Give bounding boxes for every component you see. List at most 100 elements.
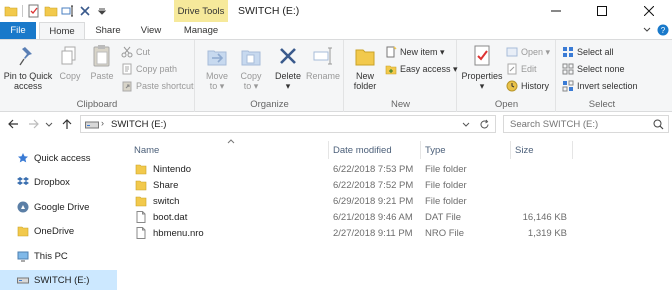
open-group: Properties ▾ Open ▾ Edit History Open [458,40,556,112]
folder-icon[interactable] [4,4,18,18]
table-row[interactable]: switch 6/29/2018 9:21 PM File folder [117,193,672,209]
ribbon-tabs: File Home Share View Manage ? [0,22,672,40]
computer-icon [17,250,29,262]
file-type: File folder [425,195,467,207]
new-folder-icon[interactable] [44,4,58,18]
back-button[interactable] [6,117,20,131]
table-row[interactable]: Share 6/22/2018 7:52 PM File folder [117,177,672,193]
column-header-name[interactable]: Name [130,141,329,159]
invert-selection-icon [562,80,574,92]
divider [22,5,23,17]
properties-button[interactable]: Properties ▾ [460,44,504,91]
refresh-icon[interactable] [479,119,490,133]
file-name: Share [153,179,179,191]
edit-button[interactable]: Edit [506,62,537,76]
edit-icon [506,63,518,75]
close-button[interactable] [626,0,672,22]
table-row[interactable]: hbmenu.nro 2/27/2018 9:11 PM NRO File 1,… [117,225,672,241]
chevron-down-icon [45,122,53,127]
nav-item-dropbox[interactable]: Dropbox [0,172,117,192]
column-header-date-modified[interactable]: Date modified [329,141,421,159]
properties-icon[interactable] [27,4,41,18]
drive-icon [17,274,29,286]
file-size [511,177,567,193]
minimize-icon [551,10,561,12]
tab-share[interactable]: Share [88,22,128,39]
quick-access-toolbar [4,3,109,19]
rename-icon[interactable] [61,4,75,18]
address-dropdown-icon[interactable] [461,120,471,133]
copy-path-button[interactable]: Copy path [121,62,177,76]
select-all-button[interactable]: Select all [562,45,614,59]
nav-item-google-drive[interactable]: Google Drive [0,197,117,217]
pin-to-quick-access-button[interactable]: Pin to Quick access [3,44,53,91]
search-input[interactable] [510,118,650,130]
new-group-label: New [390,99,410,110]
move-to-button[interactable]: Move to ▾ [201,44,233,91]
paste-shortcut-button[interactable]: Paste shortcut [121,79,194,93]
drive-tools-contextual-tab: Drive Tools [174,0,228,22]
up-button[interactable] [60,117,74,131]
folder-icon [135,163,147,175]
forward-button[interactable] [27,117,41,131]
open-button[interactable]: Open ▾ [506,45,550,59]
svg-text:?: ? [661,26,666,35]
table-row[interactable]: Nintendo 6/22/2018 7:53 PM File folder [117,161,672,177]
file-date: 2/27/2018 9:11 PM [333,227,413,239]
history-button[interactable]: History [506,79,549,93]
paste-button[interactable]: Paste [88,44,116,81]
cut-button[interactable]: Cut [121,45,150,59]
select-group-label: Select [588,99,616,110]
tab-manage[interactable]: Manage [175,22,227,39]
copy-to-button[interactable]: Copy to ▾ [235,44,267,91]
up-arrow-icon [62,119,72,129]
copy-button[interactable]: Copy [57,44,83,81]
tab-view[interactable]: View [131,22,171,39]
file-icon [135,227,147,239]
maximize-button[interactable] [579,0,625,22]
file-size: 16,146 KB [522,211,567,223]
minimize-button[interactable] [533,0,579,22]
breadcrumb[interactable]: SWITCH (E:) [111,119,166,130]
table-row[interactable]: boot.dat 6/21/2018 9:46 AM DAT File 16,1… [117,209,672,225]
paste-icon [90,44,114,68]
help-icon[interactable]: ? [657,24,669,39]
recent-locations-button[interactable] [44,117,54,131]
customize-toolbar-icon[interactable] [95,4,109,18]
tab-file[interactable]: File [0,22,36,39]
open-icon [506,46,518,58]
expand-ribbon-icon[interactable] [642,25,652,38]
rename-button[interactable]: Rename [306,44,340,81]
nav-item-this-pc[interactable]: This PC [0,246,117,266]
tab-home[interactable]: Home [39,22,85,40]
delete-x-icon [276,44,300,68]
file-date: 6/22/2018 7:53 PM [333,163,414,175]
breadcrumb-separator-icon[interactable]: › [101,118,104,128]
pin-icon [16,44,40,68]
file-date: 6/22/2018 7:52 PM [333,179,414,191]
title-bar: Drive Tools SWITCH (E:) [0,0,672,22]
select-none-button[interactable]: Select none [562,62,625,76]
file-date: 6/29/2018 9:21 PM [333,195,414,207]
delete-button[interactable]: Delete ▾ [272,44,304,91]
invert-selection-button[interactable]: Invert selection [562,79,638,93]
nav-item-quick-access[interactable]: Quick access [0,148,117,168]
folder-icon [135,195,147,207]
file-icon [135,211,147,223]
search-box[interactable] [503,115,669,133]
delete-icon[interactable] [78,4,92,18]
search-icon[interactable] [653,119,664,133]
easy-access-button[interactable]: Easy access ▾ [385,62,458,76]
new-folder-button[interactable]: New folder [349,44,381,91]
nav-item-switch-drive[interactable]: SWITCH (E:) [0,270,117,290]
new-item-button[interactable]: New item ▾ [385,45,445,59]
column-header-size[interactable]: Size [511,141,573,159]
navigation-pane: Quick access Dropbox Google Drive OneDri… [0,136,117,291]
folder-icon [135,179,147,191]
google-drive-icon [17,201,29,213]
file-name: switch [153,195,180,207]
column-header-type[interactable]: Type [421,141,511,159]
nav-item-onedrive[interactable]: OneDrive [0,221,117,241]
address-bar[interactable]: › SWITCH (E:) [80,115,496,133]
file-size: 1,319 KB [527,227,567,239]
